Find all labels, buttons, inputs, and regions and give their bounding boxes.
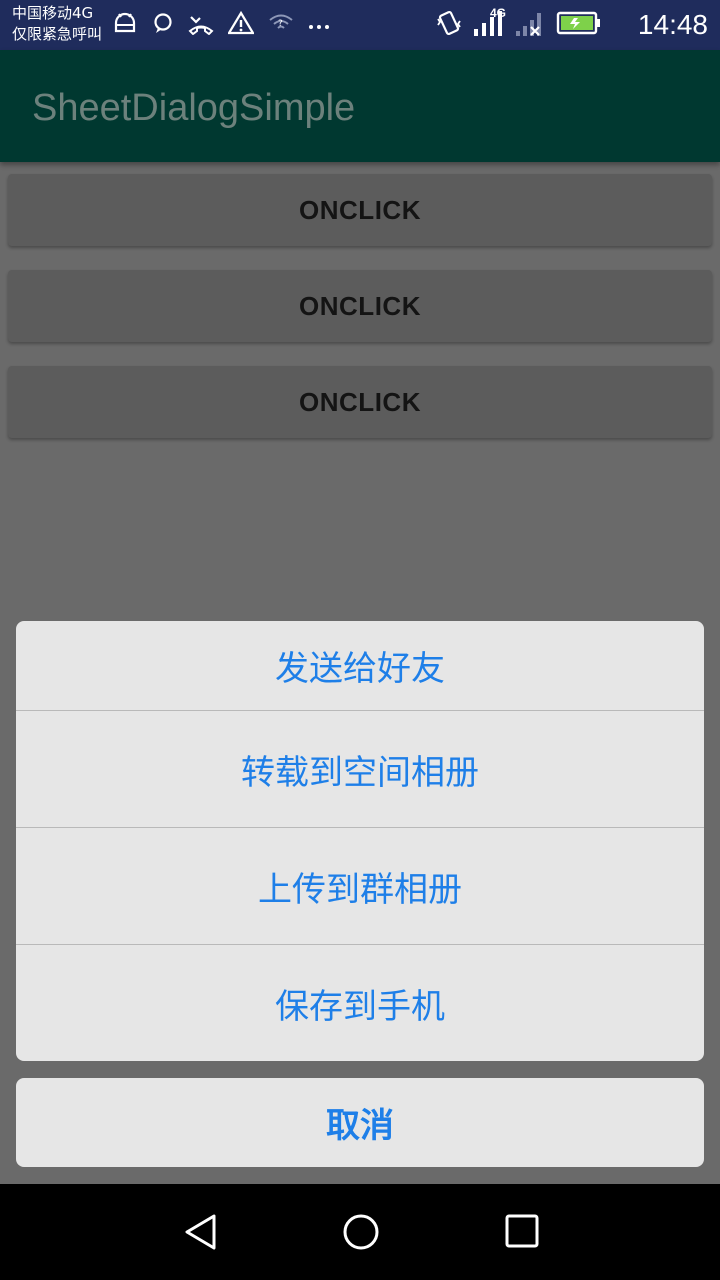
system-icons	[436, 8, 602, 42]
onclick-button-1[interactable]: ONCLICK	[8, 174, 712, 246]
status-bar: 中国移动4G 仅限紧急呼叫 ? 4G	[0, 0, 720, 50]
sheet-item-save-to-phone[interactable]: 保存到手机	[16, 945, 704, 1061]
screen: 中国移动4G 仅限紧急呼叫 ? 4G	[0, 0, 720, 1280]
carrier-info: 中国移动4G 仅限紧急呼叫	[12, 3, 102, 45]
action-sheet: 发送给好友 转载到空间相册 上传到群相册 保存到手机	[16, 621, 704, 1061]
emergency-only-text: 仅限紧急呼叫	[12, 25, 103, 43]
svg-text:?: ?	[278, 19, 283, 29]
more-icon	[308, 16, 330, 35]
onclick-button-2[interactable]: ONCLICK	[8, 270, 712, 342]
wifi-icon: ?	[268, 12, 294, 38]
vibrate-icon	[436, 9, 462, 41]
missed-call-icon	[188, 11, 214, 39]
android-icon	[112, 11, 138, 39]
app-bar: SheetDialogSimple	[0, 50, 720, 162]
battery-charging-icon	[556, 10, 602, 40]
home-icon[interactable]	[341, 1212, 381, 1252]
chat-bubble-icon	[152, 12, 174, 38]
notification-icons: ?	[112, 10, 330, 40]
sheet-item-upload-to-group-album[interactable]: 上传到群相册	[16, 828, 704, 944]
app-title: SheetDialogSimple	[32, 87, 356, 129]
onclick-button-3[interactable]: ONCLICK	[8, 366, 712, 438]
carrier-name: 中国移动4G	[12, 4, 94, 22]
sheet-item-share-to-album[interactable]: 转载到空间相册	[16, 711, 704, 827]
signal-no-sim-icon	[514, 9, 546, 41]
navigation-bar	[0, 1184, 720, 1280]
sheet-item-send-to-friend[interactable]: 发送给好友	[16, 621, 704, 710]
warning-icon	[227, 10, 255, 39]
recents-icon[interactable]	[503, 1212, 543, 1252]
signal-icon	[472, 9, 504, 41]
cancel-button[interactable]: 取消	[16, 1078, 704, 1167]
status-clock: 14:48	[637, 9, 708, 40]
back-icon[interactable]	[181, 1212, 221, 1252]
